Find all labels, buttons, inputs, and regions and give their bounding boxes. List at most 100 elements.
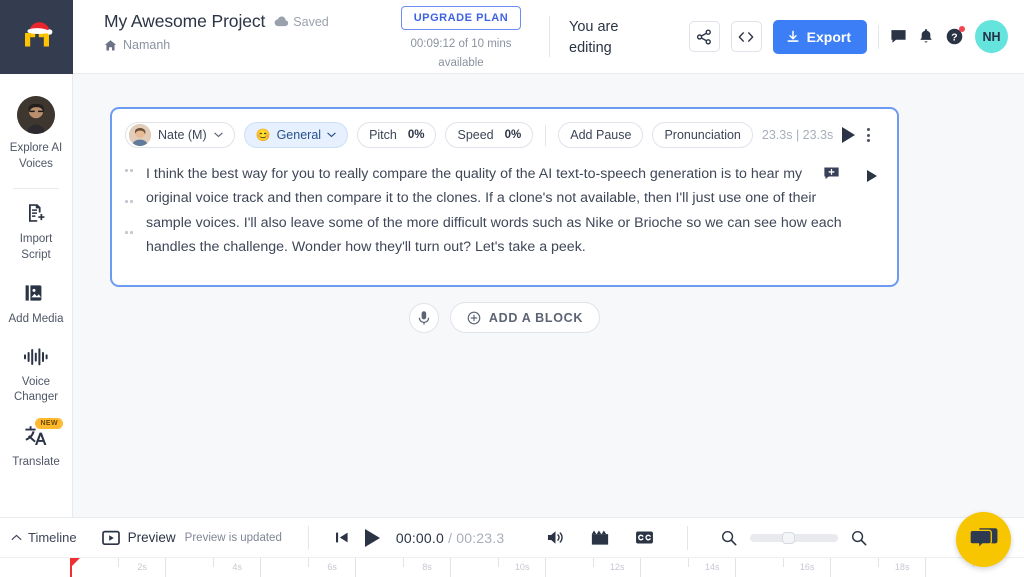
help-button[interactable]: ? bbox=[945, 27, 964, 46]
zoom-slider[interactable] bbox=[750, 534, 838, 542]
record-voice-button[interactable] bbox=[409, 303, 439, 333]
import-script-icon bbox=[24, 201, 48, 225]
saved-label: Saved bbox=[293, 15, 328, 29]
ruler-tick bbox=[925, 558, 926, 577]
ruler-tick bbox=[118, 558, 119, 567]
ruler-tick bbox=[878, 558, 879, 567]
voice-avatar-icon bbox=[129, 124, 151, 146]
pronunciation-button[interactable]: Pronunciation bbox=[652, 122, 752, 148]
ruler-tick bbox=[545, 558, 546, 577]
block-side-icons bbox=[823, 166, 877, 186]
app-logo[interactable] bbox=[0, 0, 73, 74]
volume-button[interactable] bbox=[546, 529, 565, 546]
sidebar-item-explore-ai-voices[interactable]: Explore AIVoices bbox=[0, 88, 72, 182]
captions-button[interactable] bbox=[635, 530, 654, 545]
page-title[interactable]: My Awesome Project bbox=[104, 11, 265, 32]
plus-circle-icon bbox=[467, 311, 481, 325]
zoom-out-button[interactable] bbox=[721, 530, 737, 546]
share-button[interactable] bbox=[689, 21, 720, 52]
comment-button[interactable] bbox=[890, 28, 907, 45]
ruler-tick bbox=[403, 558, 404, 567]
skip-to-start-button[interactable] bbox=[335, 531, 349, 544]
playhead[interactable] bbox=[70, 558, 72, 577]
add-a-block-label: ADD A BLOCK bbox=[489, 311, 583, 325]
murf-logo-santa-icon bbox=[15, 15, 59, 59]
ruler-tick bbox=[783, 558, 784, 567]
sidebar-item-label: Translate bbox=[12, 455, 60, 471]
left-sidebar: Explore AIVoices ImportScript Add Media bbox=[0, 74, 73, 517]
sidebar-item-voice-changer[interactable]: VoiceChanger bbox=[0, 338, 72, 416]
closed-caption-icon bbox=[635, 530, 654, 545]
block-more-options-button[interactable] bbox=[864, 125, 873, 145]
timeline-toggle[interactable]: Timeline bbox=[0, 530, 77, 545]
chevron-up-icon bbox=[11, 534, 22, 541]
avatar[interactable]: NH bbox=[975, 20, 1008, 53]
ruler-tick-label: 12s bbox=[610, 562, 625, 572]
zoom-in-button[interactable] bbox=[851, 530, 867, 546]
script-block[interactable]: Nate (M) 😊 General Pitch 0% bbox=[110, 107, 899, 287]
clapperboard-icon bbox=[590, 529, 610, 546]
export-button[interactable]: Export bbox=[773, 20, 867, 54]
zoom-slider-knob[interactable] bbox=[782, 532, 795, 544]
script-input[interactable]: I think the best way for you to really c… bbox=[146, 161, 885, 260]
timeline-ruler[interactable]: 2s4s6s8s10s12s14s16s18s bbox=[0, 557, 1024, 577]
ruler-tick bbox=[308, 558, 309, 567]
emotion-selector[interactable]: 😊 General bbox=[244, 122, 348, 148]
editor-canvas: Nate (M) 😊 General Pitch 0% bbox=[73, 74, 1024, 517]
pitch-control[interactable]: Pitch 0% bbox=[357, 122, 436, 148]
speed-control[interactable]: Speed 0% bbox=[445, 122, 533, 148]
add-comment-button[interactable] bbox=[823, 166, 840, 186]
chat-bubbles-icon bbox=[969, 526, 999, 554]
code-embed-icon bbox=[737, 30, 755, 44]
sidebar-item-label: VoiceChanger bbox=[14, 375, 58, 406]
block-duration: 23.3s | 23.3s bbox=[762, 128, 833, 142]
add-comment-icon bbox=[823, 166, 840, 181]
notifications-button[interactable] bbox=[918, 28, 934, 45]
add-a-block-button[interactable]: ADD A BLOCK bbox=[450, 302, 600, 333]
breadcrumb-workspace[interactable]: Namanh bbox=[123, 38, 170, 52]
editing-status-line1: You are bbox=[569, 19, 618, 35]
voice-changer-icon bbox=[22, 346, 50, 368]
ruler-tick bbox=[498, 558, 499, 567]
support-chat-button[interactable] bbox=[956, 512, 1011, 567]
top-actions: Export ? NH bbox=[654, 0, 1024, 73]
preview-label: Preview bbox=[128, 530, 176, 545]
bottom-divider-2 bbox=[687, 526, 688, 550]
voice-selector[interactable]: Nate (M) bbox=[125, 122, 235, 148]
microphone-icon bbox=[417, 310, 431, 326]
plan-usage-section: UPGRADE PLAN 00:09:12 of 10 mins availab… bbox=[373, 0, 549, 73]
drag-handle-icon[interactable] bbox=[112, 161, 146, 260]
ruler-tick-label: 14s bbox=[705, 562, 720, 572]
bell-icon bbox=[918, 28, 934, 45]
ruler-tick-label: 8s bbox=[422, 562, 432, 572]
editing-status-line2: editing bbox=[569, 40, 612, 56]
embed-code-button[interactable] bbox=[731, 21, 762, 52]
upgrade-plan-button[interactable]: UPGRADE PLAN bbox=[401, 6, 522, 30]
volume-icon bbox=[546, 529, 565, 546]
ruler-tick bbox=[640, 558, 641, 577]
preview-button[interactable]: Preview bbox=[102, 530, 176, 546]
breadcrumb[interactable]: Namanh bbox=[104, 38, 373, 52]
ruler-tick-label: 6s bbox=[327, 562, 337, 572]
chevron-down-icon bbox=[214, 132, 223, 138]
add-pause-button[interactable]: Add Pause bbox=[558, 122, 643, 148]
zoom-out-icon bbox=[721, 530, 737, 546]
block-body: I think the best way for you to really c… bbox=[112, 161, 897, 260]
save-status: Saved bbox=[274, 15, 328, 29]
timeline-play-button[interactable] bbox=[365, 529, 380, 547]
sidebar-item-translate[interactable]: NEW Translate bbox=[0, 416, 72, 481]
block-text-play-button[interactable] bbox=[867, 170, 877, 182]
chevron-down-icon bbox=[327, 132, 336, 138]
ruler-tick-label: 10s bbox=[515, 562, 530, 572]
ruler-tick bbox=[830, 558, 831, 577]
speed-label: Speed bbox=[457, 128, 493, 142]
sidebar-item-add-media[interactable]: Add Media bbox=[0, 273, 72, 338]
actions-divider bbox=[878, 25, 879, 49]
transport-controls: 00:00.0 / 00:23.3 bbox=[335, 529, 505, 547]
block-play-button[interactable] bbox=[842, 127, 855, 143]
add-media-icon bbox=[23, 281, 49, 305]
new-badge: NEW bbox=[35, 418, 63, 429]
ruler-tick bbox=[688, 558, 689, 567]
scene-button[interactable] bbox=[590, 529, 610, 546]
sidebar-item-import-script[interactable]: ImportScript bbox=[0, 193, 72, 273]
